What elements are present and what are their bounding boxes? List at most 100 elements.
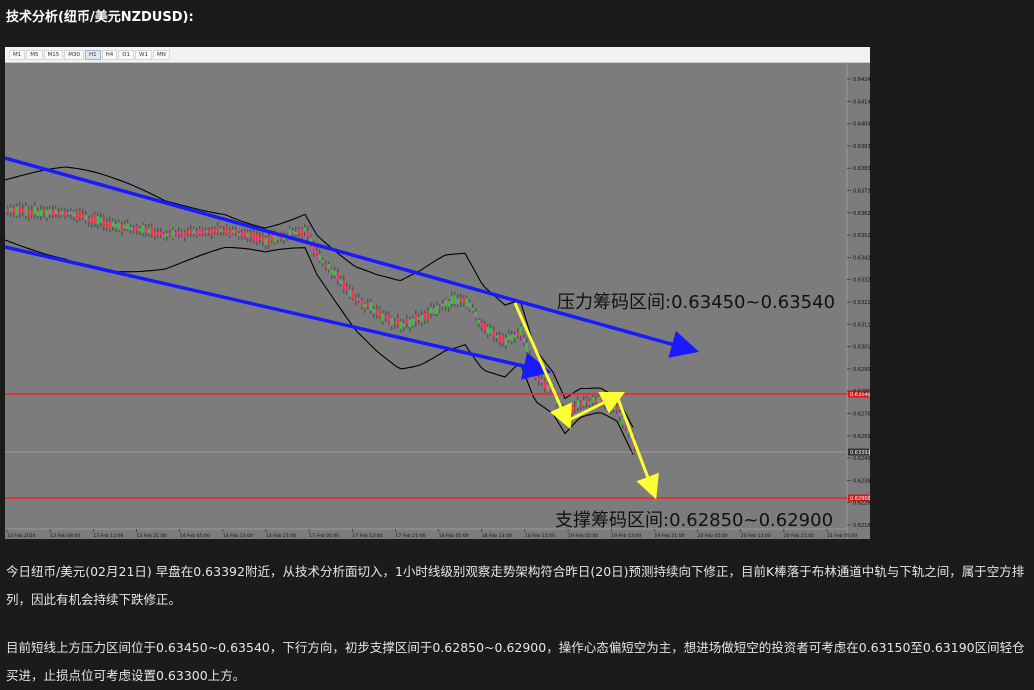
candle-body: [124, 224, 126, 229]
candle-body: [265, 238, 267, 246]
price-tick-label: 0.63110: [853, 322, 870, 328]
candle-body: [544, 380, 546, 389]
candle-body: [295, 231, 297, 235]
candle-body: [37, 211, 39, 217]
candle-body: [130, 227, 132, 231]
candle-body: [418, 317, 420, 320]
candle-body: [103, 218, 105, 227]
candle-body: [163, 234, 165, 238]
timeframe-button-h4[interactable]: H4: [101, 49, 118, 60]
candle-body: [463, 298, 465, 304]
time-tick-label: 17 Feb 05:00: [309, 533, 339, 539]
candle-body: [601, 395, 603, 403]
candle-body: [451, 295, 453, 304]
time-tick-label: 14 Feb 21:00: [266, 533, 296, 539]
timeframe-button-w1[interactable]: W1: [135, 49, 152, 60]
time-tick-label: 14 Feb 13:00: [223, 533, 253, 539]
candle-body: [175, 231, 177, 235]
candle-body: [109, 220, 111, 230]
candle-body: [520, 326, 522, 336]
candle-body: [52, 209, 54, 217]
candle-body: [298, 228, 300, 235]
candle-body: [316, 250, 318, 255]
candle-body: [49, 208, 51, 215]
candle-body: [403, 323, 405, 327]
time-tick-label: 19 Feb 05:00: [568, 533, 598, 539]
timeframe-button-m30[interactable]: M30: [64, 49, 84, 60]
candle-body: [121, 224, 123, 232]
candle-body: [31, 210, 33, 216]
candle-body: [181, 230, 183, 234]
candle-body: [247, 232, 249, 238]
candle-body: [190, 229, 192, 235]
price-tick-label: 0.64140: [853, 99, 870, 105]
candle-body: [91, 217, 93, 224]
candle-body: [172, 229, 174, 238]
candle-body: [574, 406, 576, 411]
price-tick-label: 0.62180: [853, 523, 870, 529]
candle-body: [436, 305, 438, 314]
candle-body: [346, 286, 348, 290]
candle-body: [271, 233, 273, 241]
candle-body: [541, 379, 543, 383]
candle-body: [166, 233, 168, 237]
candle-body: [511, 334, 513, 342]
candle-body: [499, 334, 501, 342]
price-chart-canvas: 0.635400.633920.62900 0.642450.641400.64…: [5, 63, 870, 539]
timeframe-button-m15[interactable]: M15: [43, 49, 64, 60]
candle-body: [505, 337, 507, 346]
timeframe-button-mn[interactable]: MN: [152, 49, 170, 60]
candle-body: [229, 230, 231, 236]
candle-body: [301, 229, 303, 238]
time-tick-label: 18 Feb 05:00: [439, 533, 469, 539]
candle-body: [115, 224, 117, 228]
candle-body: [322, 260, 324, 263]
candle-body: [442, 303, 444, 307]
candle-body: [145, 226, 147, 233]
candle-body: [217, 226, 219, 234]
candle-body: [241, 232, 243, 237]
candle-body: [622, 417, 624, 425]
candle-body: [199, 228, 201, 235]
candle-body: [136, 226, 138, 231]
candle-body: [10, 207, 12, 212]
timeframe-button-d1[interactable]: D1: [118, 49, 135, 60]
candle-body: [19, 205, 21, 214]
candle-body: [340, 279, 342, 284]
candle-body: [76, 211, 78, 221]
candle-body: [487, 326, 489, 335]
candle-body: [292, 230, 294, 234]
candle-body: [586, 398, 588, 405]
price-tick-label: 0.64245: [853, 77, 870, 83]
candle-body: [328, 263, 330, 270]
timeframe-toolbar: M1 M5 M15 M30 H1 H4 D1 W1 MN: [5, 47, 870, 63]
candle-body: [100, 217, 102, 223]
candle-body: [349, 289, 351, 297]
price-tick-label: 0.63010: [853, 345, 870, 351]
price-tick-label: 0.63525: [853, 233, 870, 239]
timeframe-button-m5[interactable]: M5: [26, 49, 43, 60]
candle-body: [58, 212, 60, 216]
timeframe-button-h1[interactable]: H1: [85, 49, 101, 60]
candle-body: [157, 231, 159, 236]
timeframe-button-m1[interactable]: M1: [9, 49, 26, 60]
candle-body: [367, 302, 369, 307]
candle-body: [79, 210, 81, 218]
candle-body: [112, 221, 114, 227]
candle-body: [67, 212, 69, 215]
candle-body: [343, 280, 345, 290]
candle-body: [13, 207, 15, 214]
candle-body: [34, 205, 36, 215]
time-tick-label: 19 Feb 21:00: [654, 533, 684, 539]
time-tick-label: 20 Feb 05:00: [698, 533, 728, 539]
candle-body: [7, 208, 9, 212]
time-tick-label: 13 Feb 2020: [7, 533, 36, 539]
candle-body: [613, 404, 615, 410]
candle-body: [496, 335, 498, 338]
candle-body: [193, 229, 195, 234]
candle-body: [178, 231, 180, 235]
candle-body: [208, 229, 210, 234]
candle-body: [235, 229, 237, 234]
candle-body: [154, 231, 156, 237]
price-tick-label: 0.62905: [853, 367, 870, 373]
